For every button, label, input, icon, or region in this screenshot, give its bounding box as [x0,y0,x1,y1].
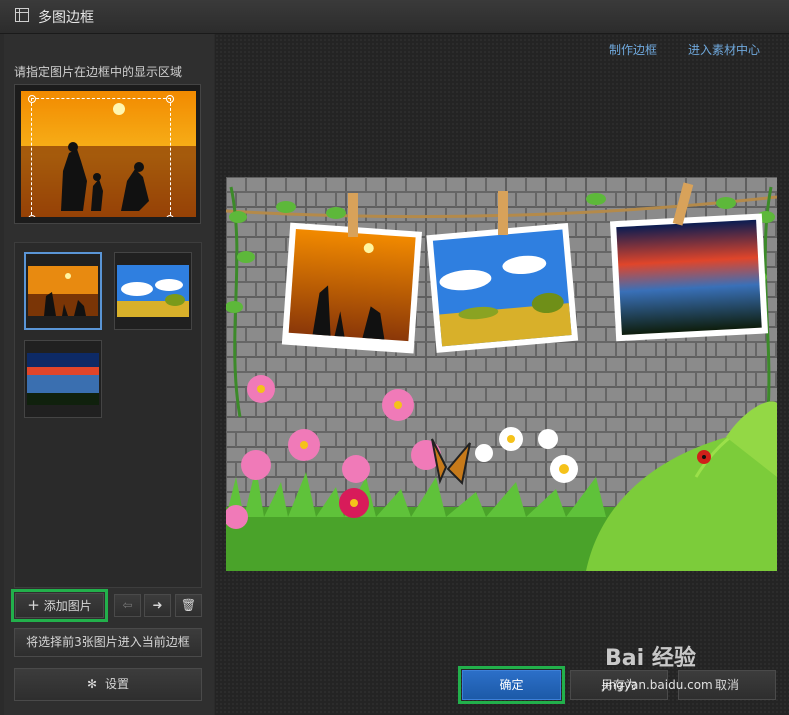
gear-icon: ✻ [86,677,98,691]
thumbnail-lake-sunset[interactable] [24,340,102,418]
apply-to-frame-button[interactable]: 将选择前3张图片进入当前边框 [14,628,202,657]
material-center-link[interactable]: 进入素材中心 [688,41,760,58]
make-frame-link[interactable]: 制作边框 [609,41,657,58]
add-image-label: 添加图片 [43,599,92,613]
crop-preview[interactable] [14,84,201,224]
delete-button[interactable]: 🗑 [175,594,202,617]
plus-icon: + [27,596,40,614]
baidu-watermark-url: jingyan.baidu.com [602,678,713,692]
move-left-button[interactable]: ⇦ [114,594,141,617]
frame-icon [15,8,29,22]
settings-label: 设置 [105,677,130,691]
thumbnail-blue-sky[interactable] [114,252,192,330]
arrow-left-icon: ⇦ [122,598,133,612]
settings-button[interactable]: ✻ 设置 [14,668,202,701]
crop-handle[interactable] [28,215,36,217]
crop-hint-text: 请指定图片在边框中的显示区域 [14,65,183,79]
thumbnail-photo [117,265,189,317]
baidu-watermark-logo: Bai 经验 [605,646,696,671]
window-title: 多图边框 [38,10,94,26]
thumbnail-photo [27,353,99,405]
title-bar: 多图边框 [0,0,789,34]
crop-selection-box[interactable] [28,95,174,217]
crop-handle[interactable] [166,215,174,217]
thumbnail-list [14,242,202,588]
move-right-button[interactable]: ➜ [144,594,171,617]
thumbnail-photo [28,266,98,316]
frame-preview-canvas [226,177,777,571]
add-image-button[interactable]: + 添加图片 [15,593,104,618]
arrow-right-icon: ➜ [152,598,163,612]
highlight-ok [458,666,565,704]
crop-handle[interactable] [166,95,174,103]
thumbnail-beach-sunset[interactable] [24,252,102,330]
crop-handle[interactable] [28,95,36,103]
preview-photo [21,91,196,217]
trash-icon: 🗑 [180,598,197,612]
